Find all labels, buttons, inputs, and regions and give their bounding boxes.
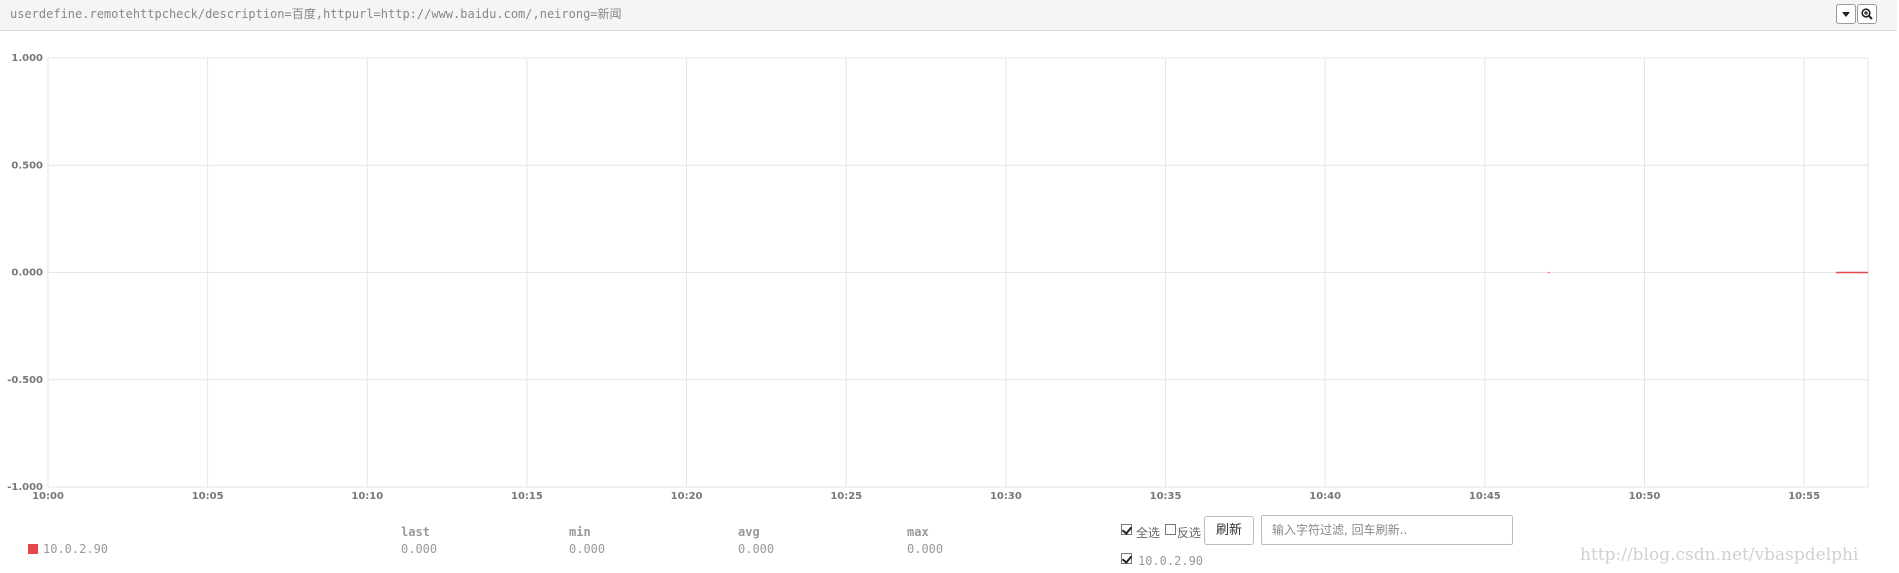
legend-value-min: 0.000 (569, 542, 606, 556)
series-point (1547, 271, 1550, 274)
graph-title: userdefine.remotehttpcheck/description=百… (10, 7, 622, 21)
x-tick-label: 10:00 (32, 491, 64, 502)
legend-header-min: min (569, 525, 591, 539)
legend-header-avg: avg (738, 525, 760, 539)
legend-series-name: 10.0.2.90 (43, 542, 109, 556)
y-tick-label: 1.000 (11, 53, 43, 64)
legend-color-swatch (28, 544, 38, 554)
refresh-button[interactable]: 刷新 (1204, 516, 1254, 545)
x-tick-label: 10:20 (671, 491, 703, 502)
legend-value-max: 0.000 (907, 542, 944, 556)
x-tick-label: 10:50 (1629, 491, 1661, 502)
dropdown-button[interactable] (1836, 4, 1856, 24)
zoom-button[interactable] (1857, 4, 1877, 24)
chart-canvas: 1.0000.5000.000-0.500-1.00010:00 10:05 10:… (7, 53, 1869, 502)
select-all-checkbox[interactable] (1121, 524, 1132, 535)
x-tick-label: 10:10 (351, 491, 383, 502)
invert-selection-checkbox[interactable] (1165, 524, 1176, 535)
x-tick-label: 10:45 (1469, 491, 1501, 502)
x-tick-label: 10:55 (1788, 491, 1820, 502)
x-tick-label: 10:15 (511, 491, 543, 502)
filter-input[interactable] (1261, 515, 1513, 545)
x-tick-label: 10:25 (830, 491, 862, 502)
watermark-text: http://blog.csdn.net/vbaspdelphi (1580, 545, 1859, 565)
y-tick-label: -0.500 (7, 375, 43, 386)
caret-down-icon (1842, 12, 1850, 17)
x-tick-label: 10:35 (1150, 491, 1182, 502)
x-tick-label: 10:05 (192, 491, 224, 502)
legend-value-avg: 0.000 (738, 542, 775, 556)
host-checkbox[interactable] (1121, 553, 1132, 564)
x-tick-label: 10:40 (1309, 491, 1341, 502)
legend-value-last: 0.000 (401, 542, 438, 556)
legend-header-max: max (907, 525, 929, 539)
time-series-chart[interactable]: 1.000 0.500 0.000 -0.500 -1.000 10:00 10:05 10:… (0, 40, 1899, 510)
invert-selection-label[interactable]: 反选 (1177, 524, 1201, 541)
zoom-in-icon (1861, 8, 1873, 20)
select-all-label[interactable]: 全选 (1136, 524, 1160, 541)
graph-header: userdefine.remotehttpcheck/description=百… (0, 0, 1897, 31)
host-label[interactable]: 10.0.2.90 (1138, 554, 1203, 568)
x-tick-label: 10:30 (990, 491, 1022, 502)
y-tick-label: 0.500 (11, 160, 43, 171)
legend-header-last: last (401, 525, 430, 539)
y-tick-label: 0.000 (11, 268, 43, 279)
